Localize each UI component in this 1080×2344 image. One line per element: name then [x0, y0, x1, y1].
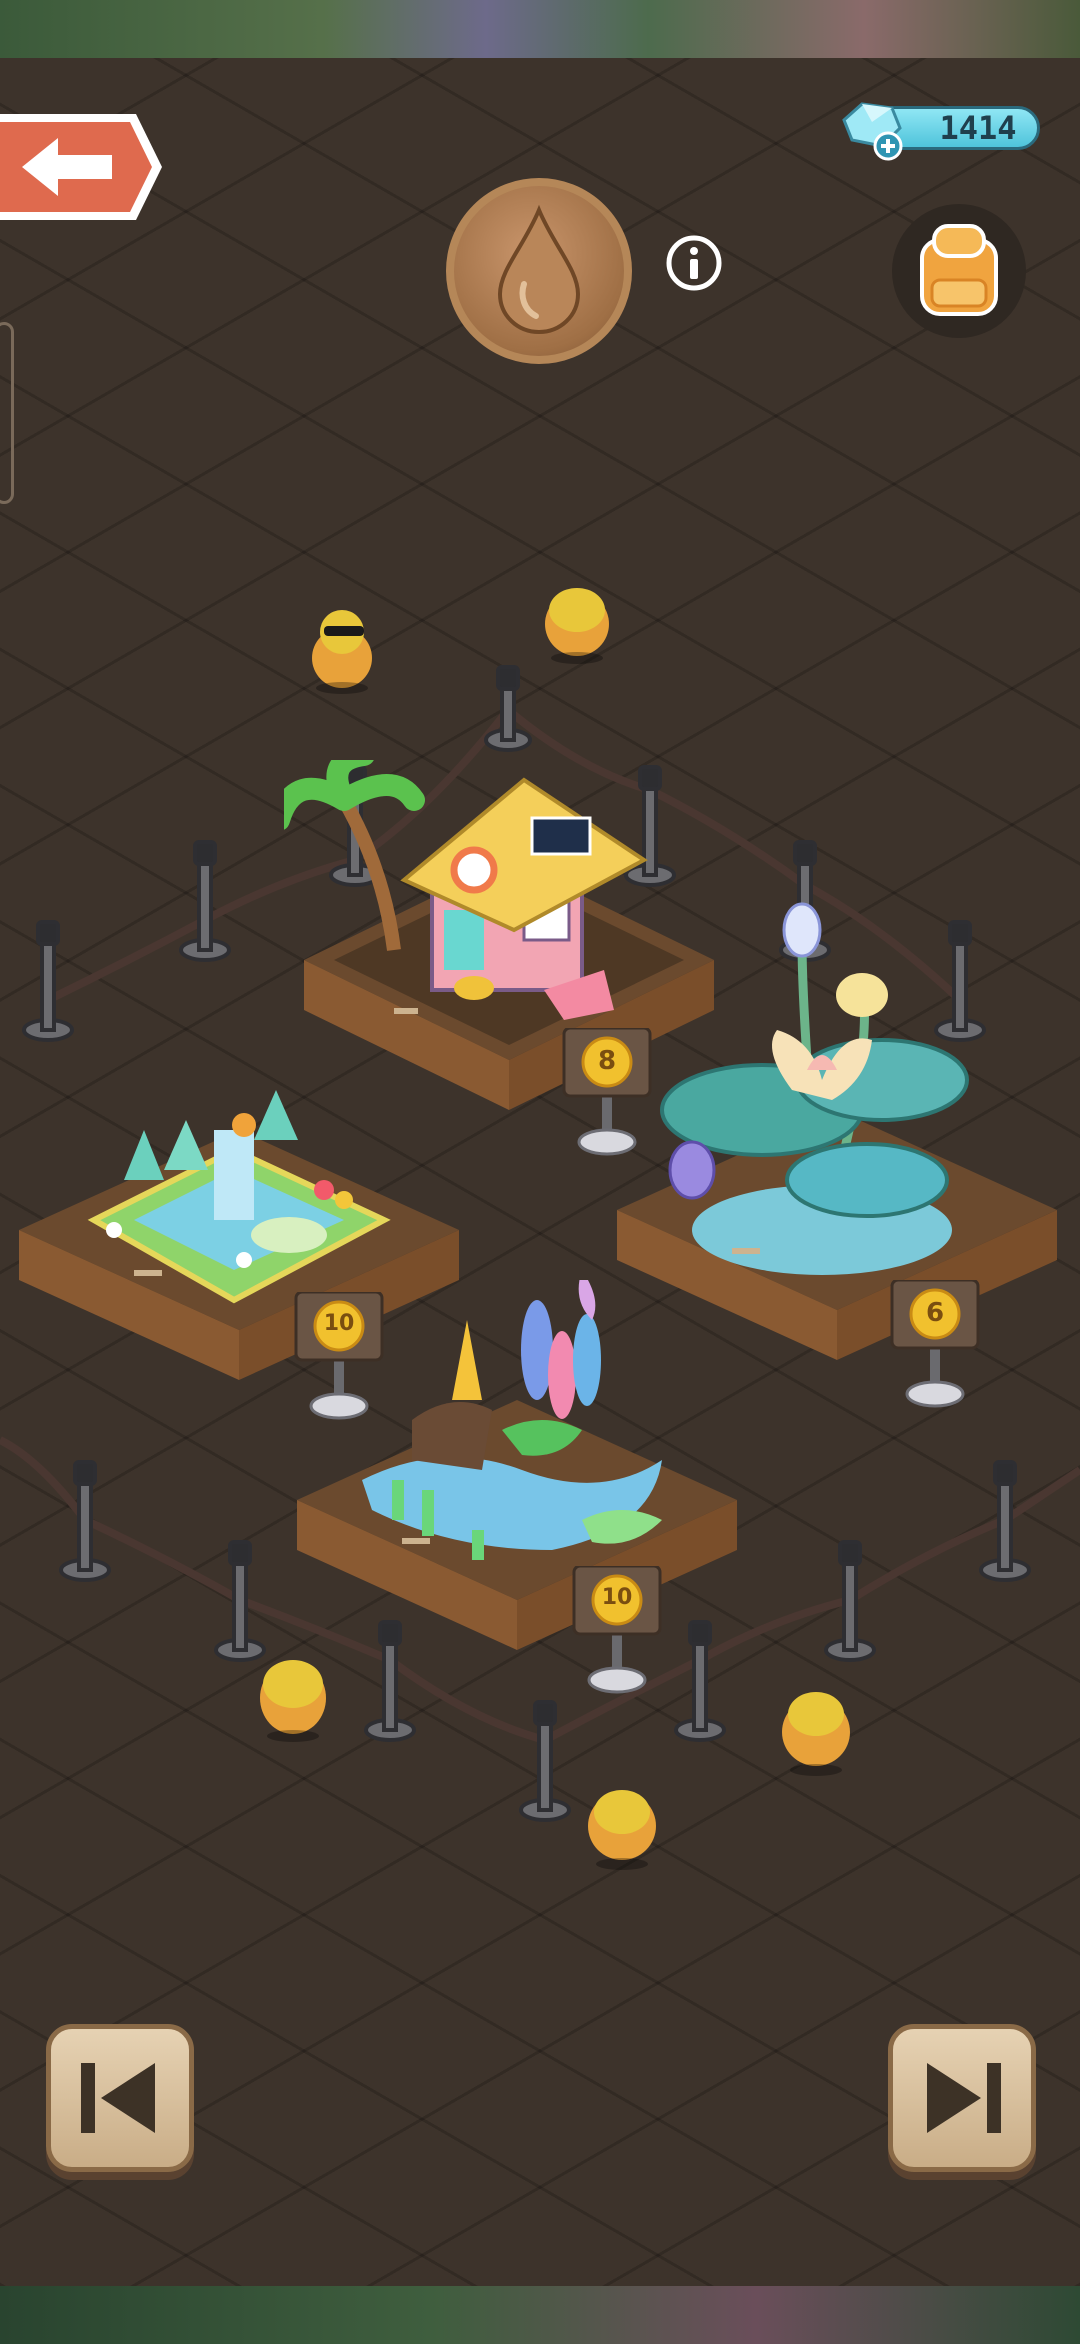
- skip-previous-icon: [81, 2063, 155, 2133]
- backpack-icon: [920, 224, 998, 316]
- level-badge-beach-hut: 8: [562, 1026, 652, 1158]
- gem-counter[interactable]: 1414: [836, 100, 1046, 161]
- side-drawer-tab[interactable]: [0, 322, 14, 504]
- next-button[interactable]: [888, 2024, 1036, 2172]
- duck-visitor: [782, 1692, 850, 1776]
- duck-visitor: [545, 588, 609, 664]
- previous-button[interactable]: [46, 2024, 194, 2172]
- crystal-icon: [842, 102, 903, 161]
- backpack-button[interactable]: [892, 204, 1026, 338]
- level-number: 8: [597, 1046, 617, 1076]
- back-button[interactable]: [0, 108, 166, 226]
- duck-visitor: [260, 1660, 326, 1742]
- level-number: 6: [925, 1298, 945, 1328]
- duck-visitor: [588, 1790, 656, 1870]
- water-drop-icon: [497, 204, 581, 335]
- bottom-scenery: [0, 2286, 1080, 2344]
- left-arrow-icon: [0, 114, 162, 220]
- info-icon: [666, 235, 722, 291]
- level-badge-fountain-garden: 10: [294, 1290, 384, 1422]
- gem-count: 1414: [939, 109, 1017, 147]
- info-button[interactable]: [665, 234, 723, 292]
- skip-next-icon: [927, 2063, 1001, 2133]
- level-badge-lotus-pond: 6: [890, 1278, 980, 1410]
- level-badge-flower-stream: 10: [572, 1564, 662, 1696]
- level-number: 10: [601, 1585, 633, 1610]
- level-number: 10: [323, 1311, 355, 1336]
- duck-visitor-sunglasses: [312, 610, 372, 694]
- water-drop-medal[interactable]: [446, 178, 632, 364]
- top-scenery: [0, 0, 1080, 58]
